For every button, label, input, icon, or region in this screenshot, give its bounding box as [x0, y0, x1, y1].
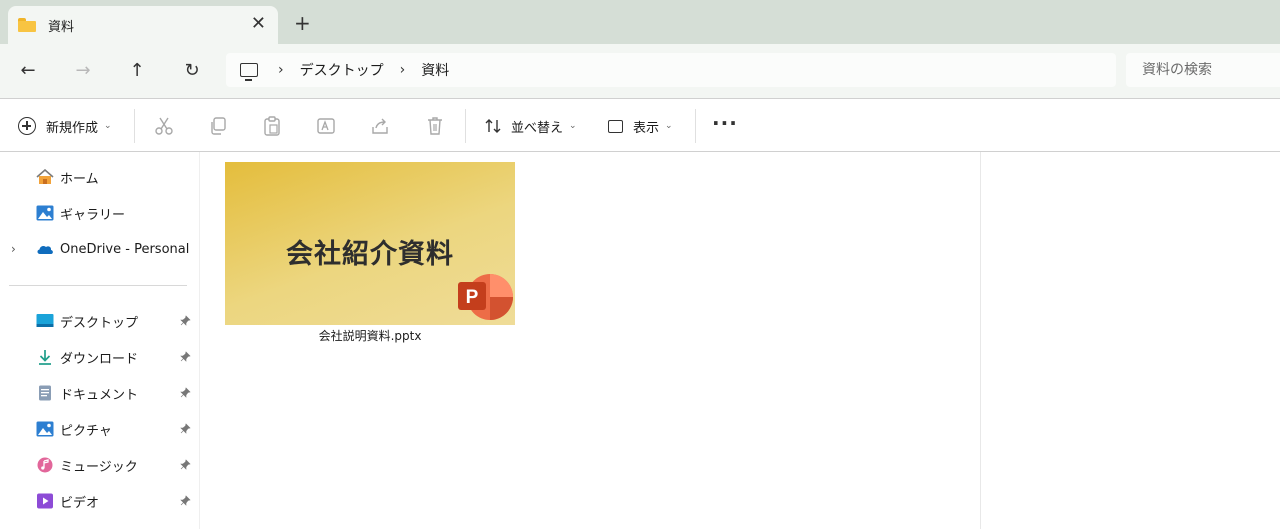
sidebar-item-desktop[interactable]: デスクトップ — [0, 307, 200, 335]
plus-icon — [18, 117, 36, 135]
sort-label: 並べ替え — [511, 120, 564, 136]
divider — [465, 109, 466, 143]
sidebar-item-home[interactable]: ホーム — [0, 163, 200, 191]
gallery-icon — [36, 205, 54, 221]
sidebar-item-gallery[interactable]: ギャラリー — [0, 199, 200, 227]
breadcrumb-separator[interactable]: › — [278, 62, 284, 78]
sidebar-item-label: ピクチャ — [60, 423, 112, 439]
videos-icon — [37, 493, 53, 509]
details-pane — [980, 152, 1280, 529]
chevron-down-icon: ⌄ — [569, 121, 577, 131]
powerpoint-badge-letter: P — [466, 287, 479, 308]
forward-button[interactable]: → — [70, 58, 96, 84]
sidebar-item-downloads[interactable]: ダウンロード — [0, 343, 200, 371]
sidebar-item-pictures[interactable]: ピクチャ — [0, 415, 200, 443]
chevron-down-icon: ⌄ — [665, 121, 673, 131]
sidebar-item-videos[interactable]: ビデオ — [0, 487, 200, 515]
new-tab-button[interactable]: + — [294, 13, 311, 33]
search-box[interactable] — [1126, 53, 1280, 87]
sidebar-divider — [9, 285, 187, 286]
this-pc-icon[interactable] — [240, 63, 258, 81]
view-button[interactable]: 表示 ⌄ — [608, 113, 673, 139]
download-icon — [39, 350, 51, 365]
tab-bar: 資料 ✕ + — [0, 0, 1280, 44]
tab-shiryo[interactable]: 資料 ✕ — [8, 6, 278, 44]
copy-icon[interactable] — [207, 115, 229, 137]
pin-icon[interactable] — [180, 459, 191, 473]
breadcrumb-shiryo[interactable]: 資料 — [421, 60, 449, 80]
folder-icon — [18, 18, 36, 32]
breadcrumb-separator[interactable]: › — [400, 62, 406, 78]
pin-icon[interactable] — [180, 351, 191, 365]
sidebar-item-onedrive[interactable]: › OneDrive - Personal — [0, 235, 200, 263]
divider — [695, 109, 696, 143]
close-tab-button[interactable]: ✕ — [251, 14, 266, 34]
sidebar-item-label: デスクトップ — [60, 315, 139, 331]
divider — [134, 109, 135, 143]
up-button[interactable]: ↑ — [124, 58, 150, 84]
sidebar-item-label: ホーム — [60, 171, 99, 187]
file-thumbnail[interactable]: 会社紹介資料 P — [225, 162, 515, 325]
desktop-icon — [36, 314, 54, 327]
pin-icon[interactable] — [180, 423, 191, 437]
pictures-icon — [36, 421, 54, 437]
new-button[interactable]: 新規作成 ⌄ — [18, 113, 112, 139]
pin-icon[interactable] — [180, 387, 191, 401]
sidebar-item-documents[interactable]: ドキュメント — [0, 379, 200, 407]
navigation-pane: ホーム ギャラリー › OneDrive - Personal デスクトップ ダ… — [0, 152, 200, 529]
home-icon — [36, 169, 54, 184]
more-options-button[interactable]: ··· — [712, 111, 738, 135]
music-icon — [37, 457, 53, 473]
breadcrumb-desktop[interactable]: デスクトップ — [300, 60, 384, 80]
tab-title: 資料 — [48, 19, 75, 35]
delete-icon[interactable] — [424, 115, 446, 137]
address-row: ← → ↑ ↻ › デスクトップ › 資料 — [0, 44, 1280, 98]
pin-icon[interactable] — [180, 495, 191, 509]
sidebar-item-label: ビデオ — [60, 495, 100, 511]
sidebar-item-music[interactable]: ミュージック — [0, 451, 200, 479]
rename-icon[interactable] — [315, 115, 337, 137]
pin-icon[interactable] — [180, 315, 191, 329]
back-button[interactable]: ← — [15, 58, 41, 84]
command-bar: 新規作成 ⌄ 並べ替え ⌄ 表示 ⌄ ··· — [0, 98, 1280, 152]
slide-title: 会社紹介資料 — [286, 239, 454, 270]
address-bar[interactable]: › デスクトップ › 資料 — [226, 53, 1116, 87]
file-list: 会社紹介資料 P 会社説明資料.pptx — [200, 152, 980, 529]
documents-icon — [39, 385, 51, 401]
sidebar-item-label: ギャラリー — [60, 207, 126, 223]
view-label: 表示 — [633, 120, 660, 136]
new-label: 新規作成 — [46, 120, 99, 136]
sidebar-item-label: ミュージック — [60, 459, 138, 475]
sidebar-item-label: ドキュメント — [60, 387, 139, 403]
sort-button[interactable]: 並べ替え ⌄ — [484, 113, 577, 139]
paste-icon[interactable] — [261, 115, 283, 137]
search-input[interactable] — [1142, 62, 1272, 78]
chevron-down-icon: ⌄ — [104, 121, 112, 131]
powerpoint-icon: P — [458, 274, 513, 320]
refresh-button[interactable]: ↻ — [179, 58, 205, 84]
file-name[interactable]: 会社説明資料.pptx — [225, 327, 515, 344]
sort-icon — [485, 119, 501, 133]
chevron-right-icon[interactable]: › — [11, 242, 16, 256]
view-icon — [608, 119, 623, 133]
share-icon[interactable] — [369, 115, 391, 137]
cut-icon[interactable] — [153, 115, 175, 137]
onedrive-icon — [37, 245, 53, 254]
sidebar-item-label: OneDrive - Personal — [60, 241, 190, 257]
sidebar-item-label: ダウンロード — [60, 351, 139, 367]
